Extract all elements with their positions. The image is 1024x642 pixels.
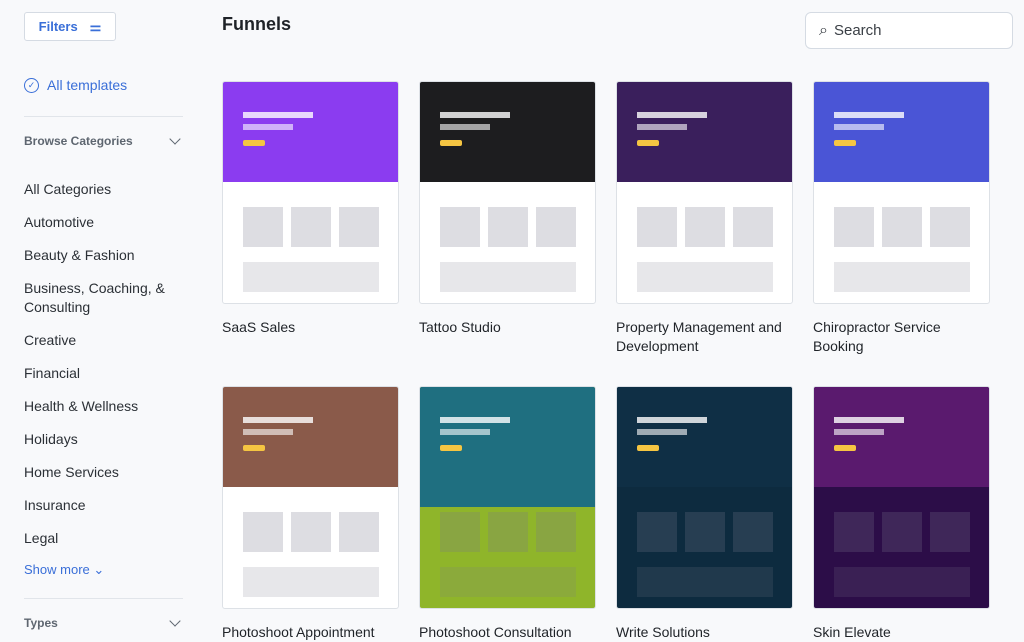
- category-item[interactable]: Holidays: [24, 430, 184, 449]
- template-card[interactable]: Photoshoot Consultation: [419, 386, 596, 642]
- divider: [24, 598, 183, 599]
- thumbnail-hero: [223, 387, 398, 487]
- show-more-label: Show more: [24, 562, 90, 577]
- template-thumbnail[interactable]: [222, 386, 399, 609]
- category-item[interactable]: Beauty & Fashion: [24, 246, 184, 265]
- sliders-icon: ⚌: [89, 18, 102, 34]
- all-templates-label: All templates: [47, 77, 128, 93]
- chevron-down-icon: ⌄: [93, 562, 105, 577]
- template-title: Skin Elevate: [813, 624, 891, 640]
- category-item[interactable]: Financial: [24, 364, 184, 383]
- template-card[interactable]: Property Management and Development: [616, 81, 793, 356]
- check-circle-icon: ✓: [24, 77, 39, 93]
- template-title: Write Solutions: [616, 624, 710, 640]
- template-thumbnail[interactable]: [222, 81, 399, 304]
- template-thumbnail[interactable]: [419, 81, 596, 304]
- template-card[interactable]: Tattoo Studio: [419, 81, 596, 337]
- category-item[interactable]: Insurance: [24, 496, 184, 515]
- all-templates-link[interactable]: ✓ All templates: [24, 77, 127, 93]
- template-card[interactable]: Photoshoot Appointment: [222, 386, 399, 642]
- template-card[interactable]: Chiropractor Service Booking: [813, 81, 990, 356]
- thumbnail-hero: [814, 387, 989, 487]
- template-card[interactable]: Skin Elevate: [813, 386, 990, 642]
- thumbnail-hero: [420, 82, 595, 182]
- category-item[interactable]: All Categories: [24, 180, 184, 199]
- template-title: Photoshoot Appointment: [222, 624, 375, 640]
- thumbnail-hero: [617, 82, 792, 182]
- template-thumbnail[interactable]: [419, 386, 596, 609]
- search-placeholder: Search: [833, 22, 882, 39]
- category-item[interactable]: Legal: [24, 529, 184, 548]
- category-item[interactable]: Creative: [24, 331, 184, 350]
- category-item[interactable]: Business, Coaching, & Consulting: [24, 279, 184, 317]
- chevron-down-icon: [169, 133, 181, 145]
- thumbnail-hero: [617, 387, 792, 487]
- section-label: Browse Categories: [24, 134, 133, 148]
- category-list: All Categories Automotive Beauty & Fashion…: [24, 180, 184, 578]
- template-title: Photoshoot Consultation: [419, 624, 572, 640]
- browse-categories-toggle[interactable]: Browse Categories: [24, 133, 183, 148]
- template-thumbnail[interactable]: [616, 81, 793, 304]
- filters-label: Filters: [38, 19, 78, 34]
- chevron-down-icon: [169, 615, 181, 627]
- types-toggle[interactable]: Types: [24, 615, 183, 630]
- thumbnail-hero: [223, 82, 398, 182]
- template-card[interactable]: SaaS Sales: [222, 81, 399, 337]
- template-title: Tattoo Studio: [419, 319, 501, 335]
- template-card[interactable]: Write Solutions: [616, 386, 793, 642]
- template-title: Chiropractor Service Booking: [813, 319, 941, 354]
- template-title: Property Management and Development: [616, 319, 782, 354]
- thumbnail-hero: [814, 82, 989, 182]
- filters-button[interactable]: Filters ⚌: [24, 12, 116, 41]
- template-title: SaaS Sales: [222, 319, 296, 335]
- divider: [24, 116, 183, 117]
- search-input[interactable]: ⌕ Search: [805, 12, 1013, 49]
- show-more-link[interactable]: Show more ⌄: [24, 562, 184, 578]
- template-thumbnail[interactable]: [813, 386, 990, 609]
- template-thumbnail[interactable]: [616, 386, 793, 609]
- search-icon: ⌕: [819, 21, 828, 39]
- section-label: Types: [24, 616, 58, 630]
- category-item[interactable]: Home Services: [24, 463, 184, 482]
- template-thumbnail[interactable]: [813, 81, 990, 304]
- category-item[interactable]: Automotive: [24, 213, 184, 232]
- page-title: Funnels: [222, 14, 292, 34]
- category-item[interactable]: Health & Wellness: [24, 397, 184, 416]
